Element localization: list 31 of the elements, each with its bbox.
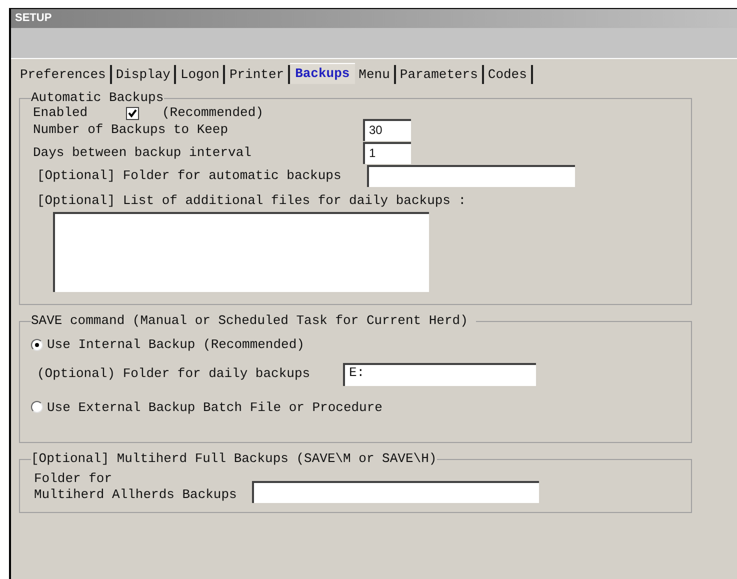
tab[interactable]: Preferences xyxy=(16,65,112,84)
tab[interactable]: Logon xyxy=(176,65,226,84)
tab[interactable]: Parameters xyxy=(396,65,484,84)
multiherd-folder-field[interactable] xyxy=(252,481,539,503)
checkbox-label: Enabled xyxy=(33,104,89,122)
tab[interactable]: Backups xyxy=(290,63,355,84)
window-title: SETUP xyxy=(15,11,52,26)
files-list-box[interactable] xyxy=(53,212,429,292)
tab[interactable]: Codes xyxy=(484,65,533,84)
group-title: Automatic Backups xyxy=(31,90,164,106)
field-label: Number of Backups to Keep xyxy=(33,121,230,140)
field-label: [Optional] Folder for automatic backups xyxy=(37,167,342,186)
enabled-checkbox[interactable] xyxy=(126,106,139,120)
radio-label: Use External Backup Batch File or Procedure xyxy=(47,398,382,416)
tab[interactable]: Menu xyxy=(354,65,396,84)
group-title: SAVE command (Manual or Scheduled Task for Current Herd) xyxy=(31,313,469,329)
field-label: (Optional) Folder for daily backups xyxy=(37,365,312,384)
tab[interactable]: Display xyxy=(112,65,176,84)
field-label: Days between backup interval xyxy=(33,144,252,162)
text-field[interactable]: 1 xyxy=(363,142,411,164)
radio-button[interactable] xyxy=(31,401,43,414)
radio-button[interactable] xyxy=(31,338,43,351)
radio-label: Use Internal Backup (Recommended) xyxy=(47,336,304,354)
checkbox-note: (Recommended) xyxy=(162,104,264,122)
field-label: [Optional] List of additional files for daily backups : xyxy=(37,192,468,210)
checkmark-icon xyxy=(128,108,137,118)
field-label: Folder for Multiherd Allherds Backups xyxy=(34,471,238,503)
daily-folder-field[interactable]: E: xyxy=(343,362,536,386)
text-field[interactable]: 30 xyxy=(363,119,411,141)
text-field[interactable] xyxy=(367,165,575,187)
group-title: [Optional] Multiherd Full Backups (SAVE\M or SAVE\H) xyxy=(31,451,437,467)
